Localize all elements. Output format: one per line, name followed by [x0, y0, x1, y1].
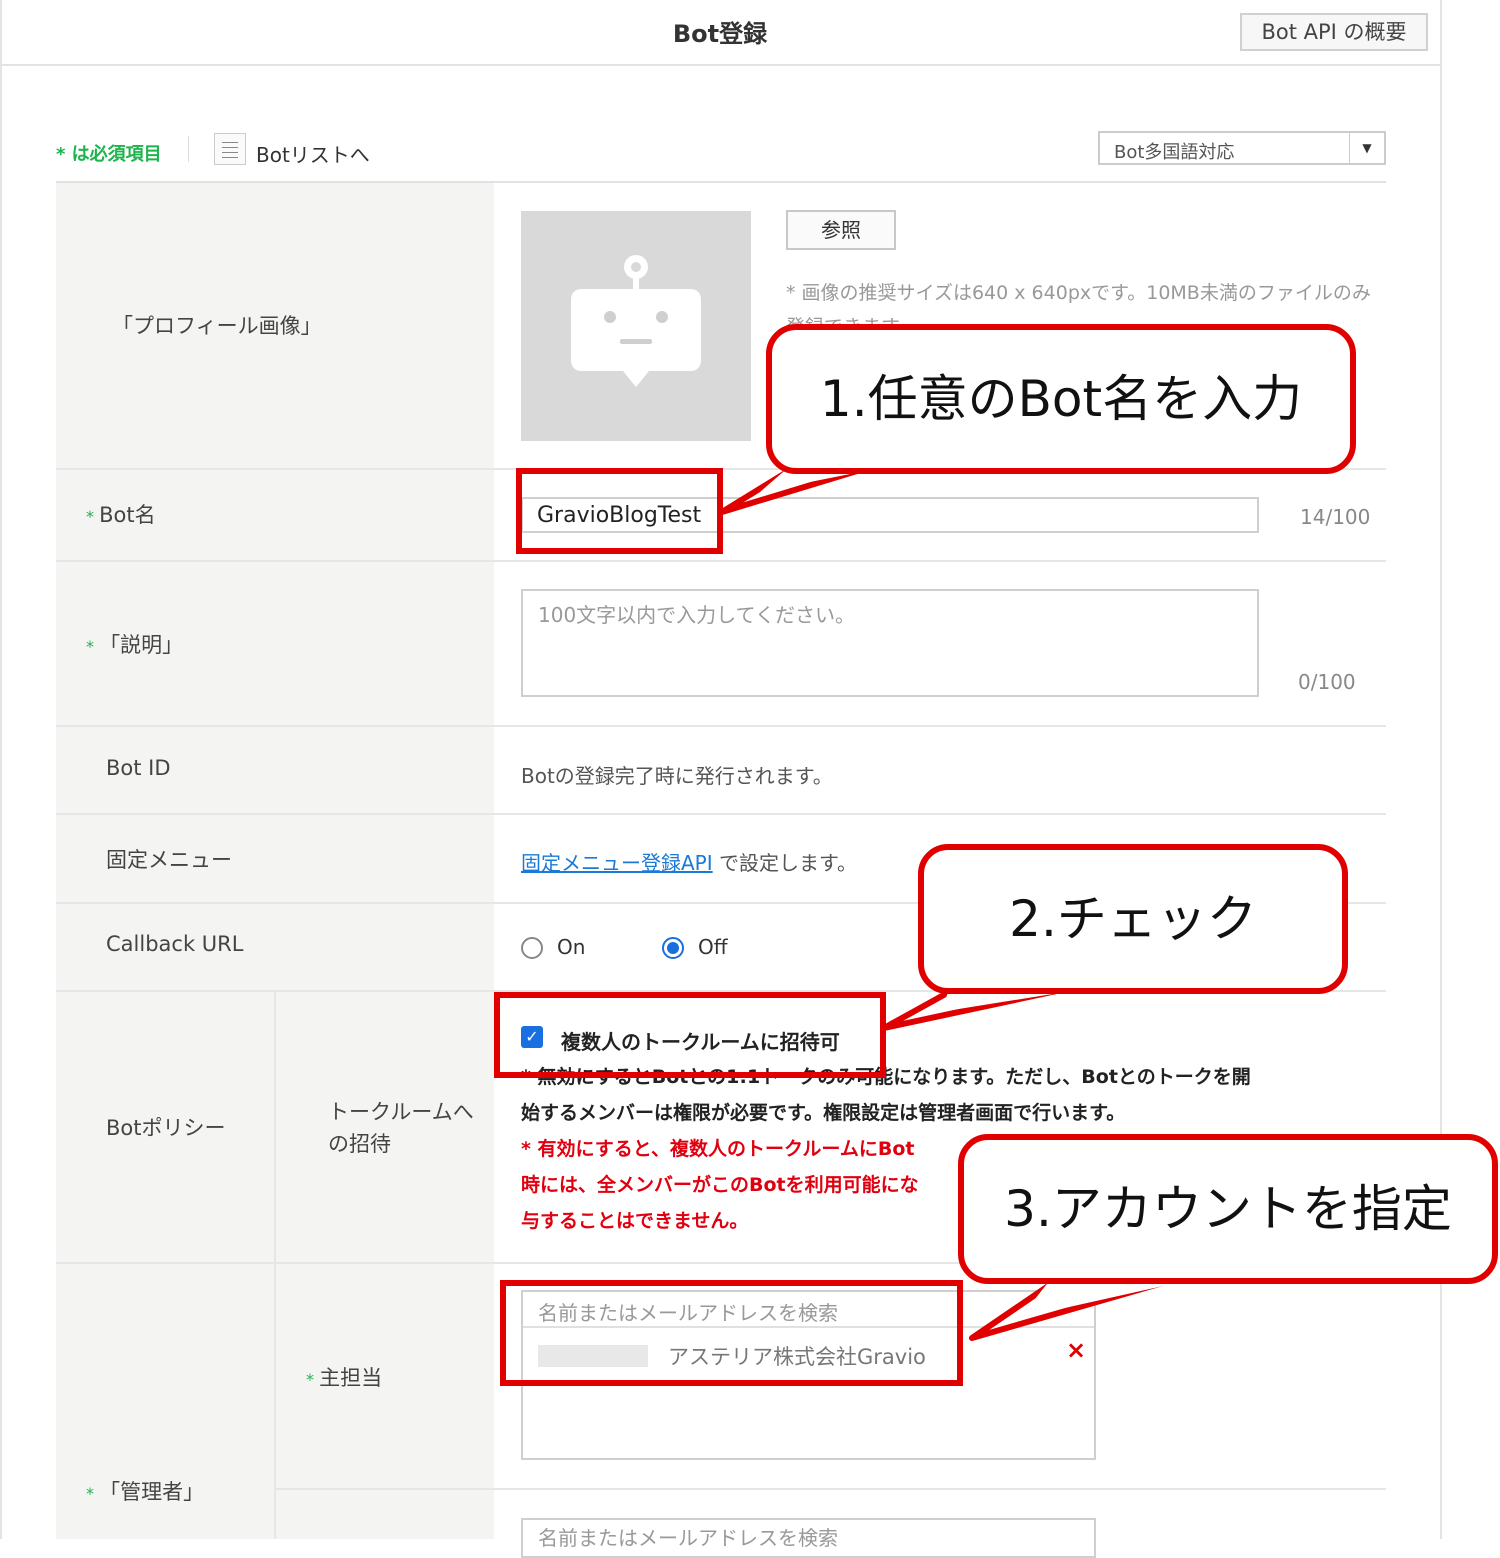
callout-3: 3.アカウントを指定	[958, 1134, 1498, 1284]
callout-2: 2.チェック	[918, 844, 1348, 994]
callout-pointers	[719, 461, 1190, 1341]
callout-1: 1.任意のBot名を入力	[766, 324, 1356, 474]
